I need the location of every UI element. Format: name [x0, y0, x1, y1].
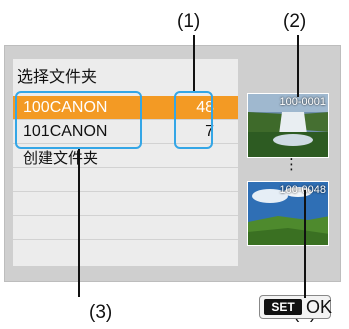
empty-row — [13, 216, 238, 240]
dots-icon: ⋮ — [284, 156, 299, 173]
thumbnail-first: 100-0001 — [247, 93, 329, 158]
callout-1: (1) — [177, 11, 201, 32]
screen-title: 选择文件夹 — [17, 67, 98, 86]
callout-2: (2) — [283, 11, 307, 32]
leader-line-2 — [297, 35, 299, 97]
empty-row — [13, 168, 238, 192]
create-folder-label: 创建文件夹 — [23, 149, 99, 167]
empty-row — [13, 240, 238, 266]
set-label: SET — [264, 299, 302, 315]
image-count-callout-box — [174, 91, 213, 149]
folder-names-callout-box — [15, 91, 142, 149]
leader-line-1 — [193, 35, 195, 91]
thumbnail-first-label: 100-0001 — [279, 96, 327, 108]
thumbnail-last-label: 100-0048 — [279, 184, 327, 196]
camera-screen: 选择文件夹 100CANON 48 101CANON 7 创建文件夹 100-0… — [4, 45, 341, 319]
set-ok-button[interactable]: SET OK — [259, 295, 333, 319]
leader-line-3 — [78, 149, 80, 297]
leader-line-4 — [304, 190, 306, 298]
thumbnail-last: 100-0048 — [247, 181, 329, 246]
ok-label: OK — [306, 297, 333, 317]
callout-3: (3) — [89, 302, 113, 323]
empty-row — [13, 192, 238, 216]
